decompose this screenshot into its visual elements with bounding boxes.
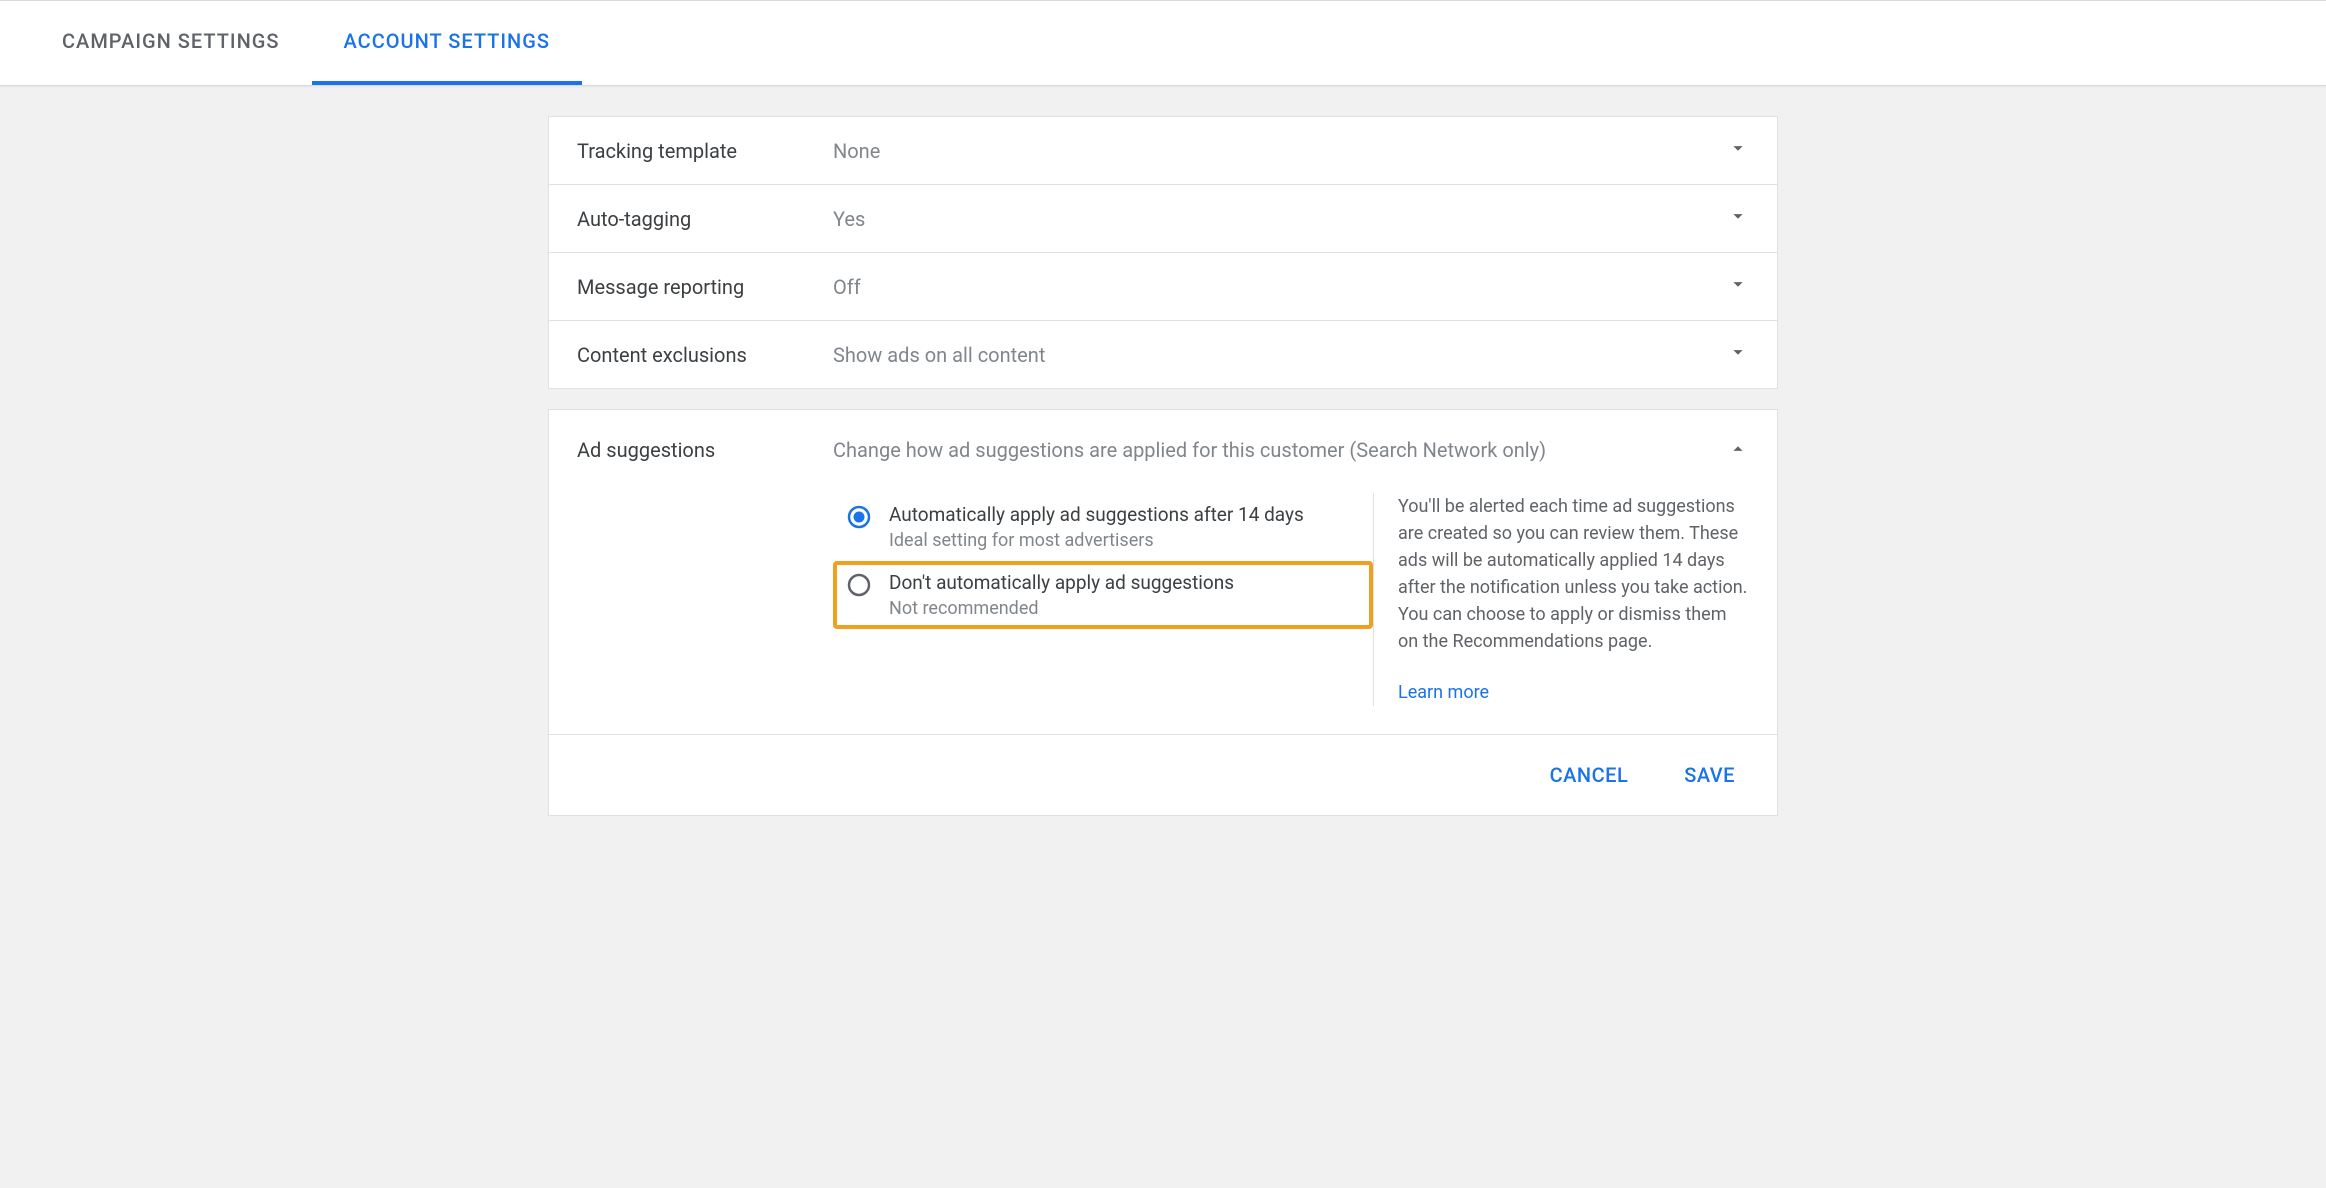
save-button[interactable]: Save xyxy=(1670,755,1749,795)
row-content-exclusions[interactable]: Content exclusions Show ads on all conte… xyxy=(549,321,1777,388)
radio-text: Don't automatically apply ad suggestions… xyxy=(889,571,1359,619)
radio-subtitle: Ideal setting for most advertisers xyxy=(889,530,1359,551)
row-label: Message reporting xyxy=(577,275,833,299)
settings-content: Tracking template None Auto-tagging Yes … xyxy=(548,116,1778,816)
chevron-down-icon xyxy=(1727,205,1749,232)
row-value: Show ads on all content xyxy=(833,343,1727,367)
radio-options: Automatically apply ad suggestions after… xyxy=(833,493,1373,706)
radio-text: Automatically apply ad suggestions after… xyxy=(889,503,1359,551)
row-value: Off xyxy=(833,275,1727,299)
row-label: Ad suggestions xyxy=(577,438,833,462)
ad-suggestions-card: Ad suggestions Change how ad suggestions… xyxy=(548,409,1778,816)
radio-option-auto-apply[interactable]: Automatically apply ad suggestions after… xyxy=(833,493,1373,561)
row-description: Change how ad suggestions are applied fo… xyxy=(833,438,1727,462)
radio-selected-icon xyxy=(847,505,871,529)
radio-subtitle: Not recommended xyxy=(889,598,1359,619)
row-auto-tagging[interactable]: Auto-tagging Yes xyxy=(549,185,1777,253)
row-value: None xyxy=(833,139,1727,163)
ad-suggestions-info: You'll be alerted each time ad suggestio… xyxy=(1373,493,1749,706)
row-message-reporting[interactable]: Message reporting Off xyxy=(549,253,1777,321)
ad-suggestions-header[interactable]: Ad suggestions Change how ad suggestions… xyxy=(549,410,1777,475)
row-label: Tracking template xyxy=(577,139,833,163)
cancel-button[interactable]: Cancel xyxy=(1536,755,1643,795)
info-text: You'll be alerted each time ad suggestio… xyxy=(1398,493,1749,655)
row-label: Auto-tagging xyxy=(577,207,833,231)
radio-title: Don't automatically apply ad suggestions xyxy=(889,571,1359,594)
chevron-down-icon xyxy=(1727,341,1749,368)
tab-account-settings[interactable]: Account settings xyxy=(312,1,582,85)
row-value: Yes xyxy=(833,207,1727,231)
radio-unselected-icon xyxy=(847,573,871,597)
chevron-down-icon xyxy=(1727,273,1749,300)
collapsed-settings-card: Tracking template None Auto-tagging Yes … xyxy=(548,116,1778,389)
actions-bar: Cancel Save xyxy=(549,734,1777,815)
row-tracking-template[interactable]: Tracking template None xyxy=(549,117,1777,185)
tab-campaign-settings[interactable]: Campaign settings xyxy=(30,1,312,85)
row-label: Content exclusions xyxy=(577,343,833,367)
ad-suggestions-body: Automatically apply ad suggestions after… xyxy=(549,475,1777,734)
chevron-down-icon xyxy=(1727,137,1749,164)
radio-title: Automatically apply ad suggestions after… xyxy=(889,503,1359,526)
settings-tabs: Campaign settings Account settings xyxy=(0,0,2326,86)
radio-option-dont-auto-apply[interactable]: Don't automatically apply ad suggestions… xyxy=(833,561,1373,629)
learn-more-link[interactable]: Learn more xyxy=(1398,679,1489,706)
chevron-up-icon xyxy=(1727,438,1749,465)
